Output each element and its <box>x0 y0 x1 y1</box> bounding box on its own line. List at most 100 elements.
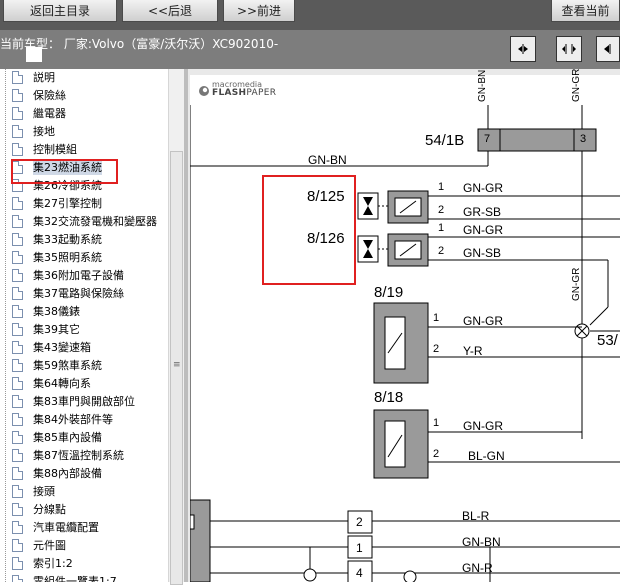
pin-label: 1 <box>438 222 445 234</box>
tree-item-label: 集27引擎控制 <box>33 197 102 210</box>
pin-label: 2 <box>438 245 445 257</box>
tree-item-label: 集88內部設備 <box>33 467 102 480</box>
wire-label: GN-GR <box>463 419 503 433</box>
tree-scrollbar[interactable]: ≡ <box>168 69 184 585</box>
fit-width-button[interactable] <box>510 36 536 62</box>
wire-label: GN-GR <box>463 314 503 328</box>
document-icon <box>12 232 23 246</box>
tree-item-label: 繼電器 <box>33 107 66 120</box>
wire-label: BL-GN <box>468 449 505 463</box>
fit-page-button[interactable] <box>556 36 582 62</box>
document-icon <box>12 358 23 372</box>
tree-item[interactable]: 集88內部設備 <box>12 464 102 482</box>
back-button[interactable]: <<后退 <box>122 0 218 22</box>
pin-label: 2 <box>433 343 440 355</box>
relay-8-18 <box>373 409 429 479</box>
tree-item[interactable]: 集27引擎控制 <box>12 194 102 212</box>
model-info-bar: 当前车型： 厂家:Volvo（富豪/沃尔沃）XC902010- <box>0 30 620 69</box>
document-icon <box>12 250 23 264</box>
tree-item-label: 汽車電纜配置 <box>33 521 99 534</box>
document-icon <box>12 412 23 426</box>
tree-connector-line <box>5 69 6 582</box>
tree-item[interactable]: 零組件一覽表1:7 <box>12 572 117 582</box>
tree-item[interactable]: 控制模組 <box>12 140 77 158</box>
forward-button[interactable]: >>前进 <box>223 0 295 22</box>
document-icon <box>12 484 23 498</box>
tree-item[interactable]: 集59煞車系統 <box>12 356 102 374</box>
pin-label: 2 <box>433 448 440 460</box>
tree-item-label: 集33起動系統 <box>33 233 102 246</box>
wire-label: GN-GR <box>463 223 503 237</box>
tree-item[interactable]: 汽車電纜配置 <box>12 518 99 536</box>
bottom-module <box>190 499 211 582</box>
tree-item-label: 接頭 <box>33 485 55 498</box>
actual-size-icon <box>604 44 611 54</box>
fit-width-icon <box>518 44 528 54</box>
tree-item[interactable]: 集64轉向系 <box>12 374 91 392</box>
tree-item-label: 集87恆溫控制系統 <box>33 449 124 462</box>
wiring-diagram <box>190 105 620 582</box>
document-icon <box>12 502 23 516</box>
tree-item-label: 控制模組 <box>33 143 77 156</box>
view-current-button[interactable]: 查看当前 <box>551 0 620 22</box>
tree-item[interactable]: 集37電路與保險絲 <box>12 284 124 302</box>
tree-item[interactable]: 集87恆溫控制系統 <box>12 446 124 464</box>
document-icon <box>12 142 23 156</box>
tree-item[interactable]: 集85車內設備 <box>12 428 102 446</box>
relay-label: 8/19 <box>374 284 404 301</box>
wire-label: GN-GR <box>571 68 582 102</box>
tree-item-label: 集39其它 <box>33 323 80 336</box>
tree-item[interactable]: 集33起動系統 <box>12 230 102 248</box>
scrollbar-thumb[interactable]: ≡ <box>170 151 183 585</box>
document-icon <box>12 394 23 408</box>
tree-item[interactable]: 接頭 <box>12 482 55 500</box>
home-button[interactable]: 返回主目录 <box>3 0 117 22</box>
pin-label: 2 <box>438 204 445 216</box>
connector-label: 54/1B <box>425 132 465 149</box>
wire-label: Y-R <box>463 344 483 358</box>
relay-8-19 <box>373 302 429 384</box>
document-icon <box>12 106 23 120</box>
pin-label: 1 <box>356 541 363 555</box>
document-icon <box>12 430 23 444</box>
tree-item[interactable]: 分線點 <box>12 500 66 518</box>
document-icon <box>12 556 23 570</box>
splice-label: 53/ <box>597 332 618 349</box>
tree-item-label: 集38儀錶 <box>33 305 80 318</box>
flashpaper-viewer: macromedia FLASHPAPER GN-BN GN-GR 54/1B … <box>188 69 620 582</box>
wire-label: GN-R <box>462 561 493 575</box>
pin-label: 7 <box>484 133 491 145</box>
document-icon <box>12 304 23 318</box>
tree-item[interactable]: 集83車門與開啟部位 <box>12 392 135 410</box>
tree-item[interactable]: 集35照明系統 <box>12 248 102 266</box>
tree-item[interactable]: 接地 <box>12 122 55 140</box>
component-8-126 <box>357 233 429 267</box>
tree-item[interactable]: 集84外裝部件等 <box>12 410 113 428</box>
tree-item[interactable]: 集39其它 <box>12 320 80 338</box>
pin-label: 1 <box>433 417 440 429</box>
wire-label: GN-GR <box>463 181 503 195</box>
tree-item[interactable]: 集38儀錶 <box>12 302 80 320</box>
document-icon <box>12 286 23 300</box>
grip-icon: ≡ <box>173 360 181 370</box>
tree-item-label: 集32交流發電機和變壓器 <box>33 215 157 228</box>
document-icon <box>12 124 23 138</box>
tree-item-label: 零組件一覽表1:7 <box>33 575 117 582</box>
tree-item-label: 集35照明系統 <box>33 251 102 264</box>
wire-label: BL-R <box>462 509 490 523</box>
tree-item-label: 集36附加電子設備 <box>33 269 124 282</box>
tree-item[interactable]: 集32交流發電機和變壓器 <box>12 212 157 230</box>
diagram-page: macromedia FLASHPAPER GN-BN GN-GR 54/1B … <box>190 69 620 582</box>
tree-item[interactable]: 集36附加電子設備 <box>12 266 124 284</box>
tree-item[interactable]: 元件圖 <box>12 536 66 554</box>
tree-item-label: 保險絲 <box>33 89 66 102</box>
actual-size-button[interactable] <box>596 36 620 62</box>
wire-label: GN-BN <box>308 153 347 167</box>
tree-item[interactable]: 集43變速箱 <box>12 338 91 356</box>
tree-item[interactable]: 保險絲 <box>12 86 66 104</box>
tree-item-label: 集83車門與開啟部位 <box>33 395 135 408</box>
tree-item[interactable]: 説明 <box>12 69 55 86</box>
document-icon <box>12 448 23 462</box>
tree-item[interactable]: 索引1:2 <box>12 554 73 572</box>
tree-item[interactable]: 繼電器 <box>12 104 66 122</box>
